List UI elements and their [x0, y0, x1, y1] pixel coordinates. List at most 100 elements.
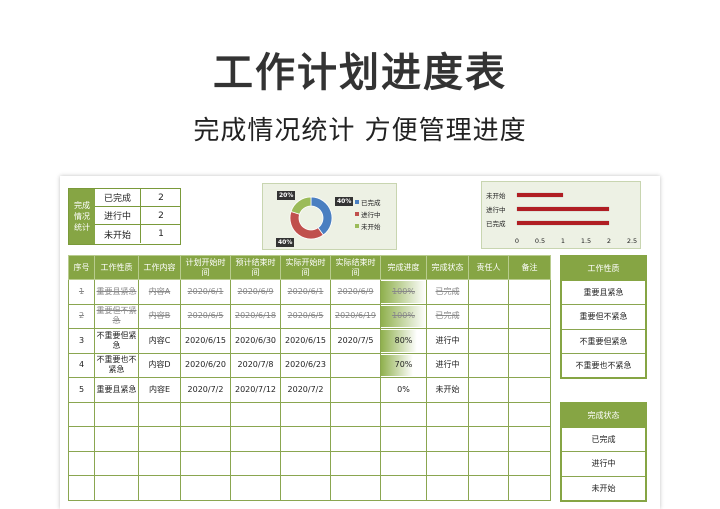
cell-actual-end[interactable]: 2020/6/19: [330, 303, 381, 329]
summary-row-done[interactable]: 已完成 2: [95, 189, 181, 207]
cell-empty[interactable]: [230, 426, 281, 452]
cell-plan-start[interactable]: 2020/7/2: [180, 377, 231, 403]
cell-empty[interactable]: [180, 426, 231, 452]
column-header[interactable]: 完成状态: [426, 255, 469, 280]
cell-nature[interactable]: 重要且紧急: [94, 279, 139, 305]
cell-status[interactable]: 进行中: [426, 328, 469, 354]
column-header[interactable]: 实际开始时间: [280, 255, 331, 280]
cell-actual-end[interactable]: 2020/7/5: [330, 328, 381, 354]
column-header[interactable]: 计划开始时间: [180, 255, 231, 280]
cell-nature[interactable]: 不重要也不紧急: [94, 352, 139, 378]
cell-empty[interactable]: [94, 475, 139, 501]
cell-empty[interactable]: [138, 401, 181, 427]
column-header[interactable]: 实际结束时间: [330, 255, 381, 280]
cell-owner[interactable]: [468, 303, 509, 329]
cell-actual-end[interactable]: 2020/6/9: [330, 279, 381, 305]
cell-empty[interactable]: [426, 401, 469, 427]
nature-item[interactable]: 重要且紧急: [560, 279, 647, 305]
cell-note[interactable]: [508, 352, 551, 378]
cell-empty[interactable]: [94, 401, 139, 427]
cell-content[interactable]: 内容B: [138, 303, 181, 329]
cell-owner[interactable]: [468, 279, 509, 305]
cell-owner[interactable]: [468, 377, 509, 403]
cell-seq[interactable]: 4: [68, 352, 95, 378]
cell-plan-start[interactable]: 2020/6/1: [180, 279, 231, 305]
cell-nature[interactable]: 重要但不紧急: [94, 303, 139, 329]
cell-seq[interactable]: 1: [68, 279, 95, 305]
cell-empty[interactable]: [380, 475, 427, 501]
cell-empty[interactable]: [426, 450, 469, 476]
summary-row-inprogress[interactable]: 进行中 2: [95, 207, 181, 225]
cell-content[interactable]: 内容D: [138, 352, 181, 378]
cell-empty[interactable]: [230, 475, 281, 501]
cell-empty[interactable]: [508, 426, 551, 452]
cell-empty[interactable]: [330, 450, 381, 476]
cell-note[interactable]: [508, 303, 551, 329]
cell-empty[interactable]: [280, 401, 331, 427]
status-item[interactable]: 进行中: [560, 451, 647, 477]
column-header[interactable]: 工作性质: [94, 255, 139, 280]
cell-owner[interactable]: [468, 328, 509, 354]
cell-empty[interactable]: [68, 475, 95, 501]
cell-progress[interactable]: 100%: [380, 279, 427, 305]
cell-actual-start[interactable]: 2020/6/5: [280, 303, 331, 329]
cell-content[interactable]: 内容A: [138, 279, 181, 305]
cell-empty[interactable]: [280, 426, 331, 452]
cell-empty[interactable]: [380, 450, 427, 476]
cell-actual-end[interactable]: [330, 352, 381, 378]
cell-status[interactable]: 已完成: [426, 279, 469, 305]
cell-plan-start[interactable]: 2020/6/15: [180, 328, 231, 354]
cell-empty[interactable]: [508, 475, 551, 501]
cell-empty[interactable]: [468, 450, 509, 476]
cell-actual-end[interactable]: [330, 377, 381, 403]
cell-note[interactable]: [508, 279, 551, 305]
cell-empty[interactable]: [68, 450, 95, 476]
cell-empty[interactable]: [138, 426, 181, 452]
cell-plan-end[interactable]: 2020/6/9: [230, 279, 281, 305]
cell-seq[interactable]: 2: [68, 303, 95, 329]
cell-empty[interactable]: [68, 426, 95, 452]
cell-seq[interactable]: 3: [68, 328, 95, 354]
cell-actual-start[interactable]: 2020/6/1: [280, 279, 331, 305]
cell-status[interactable]: 未开始: [426, 377, 469, 403]
cell-empty[interactable]: [180, 475, 231, 501]
cell-note[interactable]: [508, 377, 551, 403]
nature-item[interactable]: 重要但不紧急: [560, 304, 647, 330]
cell-empty[interactable]: [180, 450, 231, 476]
column-header[interactable]: 预计结束时间: [230, 255, 281, 280]
cell-empty[interactable]: [94, 450, 139, 476]
cell-empty[interactable]: [508, 401, 551, 427]
column-header[interactable]: 责任人: [468, 255, 509, 280]
cell-empty[interactable]: [426, 426, 469, 452]
cell-empty[interactable]: [280, 450, 331, 476]
cell-status[interactable]: 已完成: [426, 303, 469, 329]
column-header[interactable]: 序号: [68, 255, 95, 280]
column-header[interactable]: 备注: [508, 255, 551, 280]
cell-empty[interactable]: [380, 401, 427, 427]
cell-empty[interactable]: [380, 426, 427, 452]
cell-progress[interactable]: 100%: [380, 303, 427, 329]
cell-nature[interactable]: 不重要但紧急: [94, 328, 139, 354]
status-item[interactable]: 未开始: [560, 475, 647, 502]
cell-actual-start[interactable]: 2020/6/15: [280, 328, 331, 354]
column-header[interactable]: 完成进度: [380, 255, 427, 280]
cell-empty[interactable]: [468, 401, 509, 427]
status-item[interactable]: 已完成: [560, 426, 647, 452]
cell-empty[interactable]: [330, 475, 381, 501]
cell-content[interactable]: 内容C: [138, 328, 181, 354]
cell-actual-start[interactable]: 2020/6/23: [280, 352, 331, 378]
cell-note[interactable]: [508, 328, 551, 354]
cell-actual-start[interactable]: 2020/7/2: [280, 377, 331, 403]
cell-plan-start[interactable]: 2020/6/20: [180, 352, 231, 378]
cell-owner[interactable]: [468, 352, 509, 378]
cell-empty[interactable]: [508, 450, 551, 476]
donut-chart[interactable]: 20% 40% 40% 已完成 进行中 未开始: [262, 183, 397, 250]
cell-content[interactable]: 内容E: [138, 377, 181, 403]
cell-plan-end[interactable]: 2020/7/8: [230, 352, 281, 378]
cell-empty[interactable]: [94, 426, 139, 452]
cell-empty[interactable]: [330, 426, 381, 452]
column-header[interactable]: 工作内容: [138, 255, 181, 280]
nature-item[interactable]: 不重要但紧急: [560, 328, 647, 354]
cell-empty[interactable]: [280, 475, 331, 501]
nature-item[interactable]: 不重要也不紧急: [560, 353, 647, 379]
